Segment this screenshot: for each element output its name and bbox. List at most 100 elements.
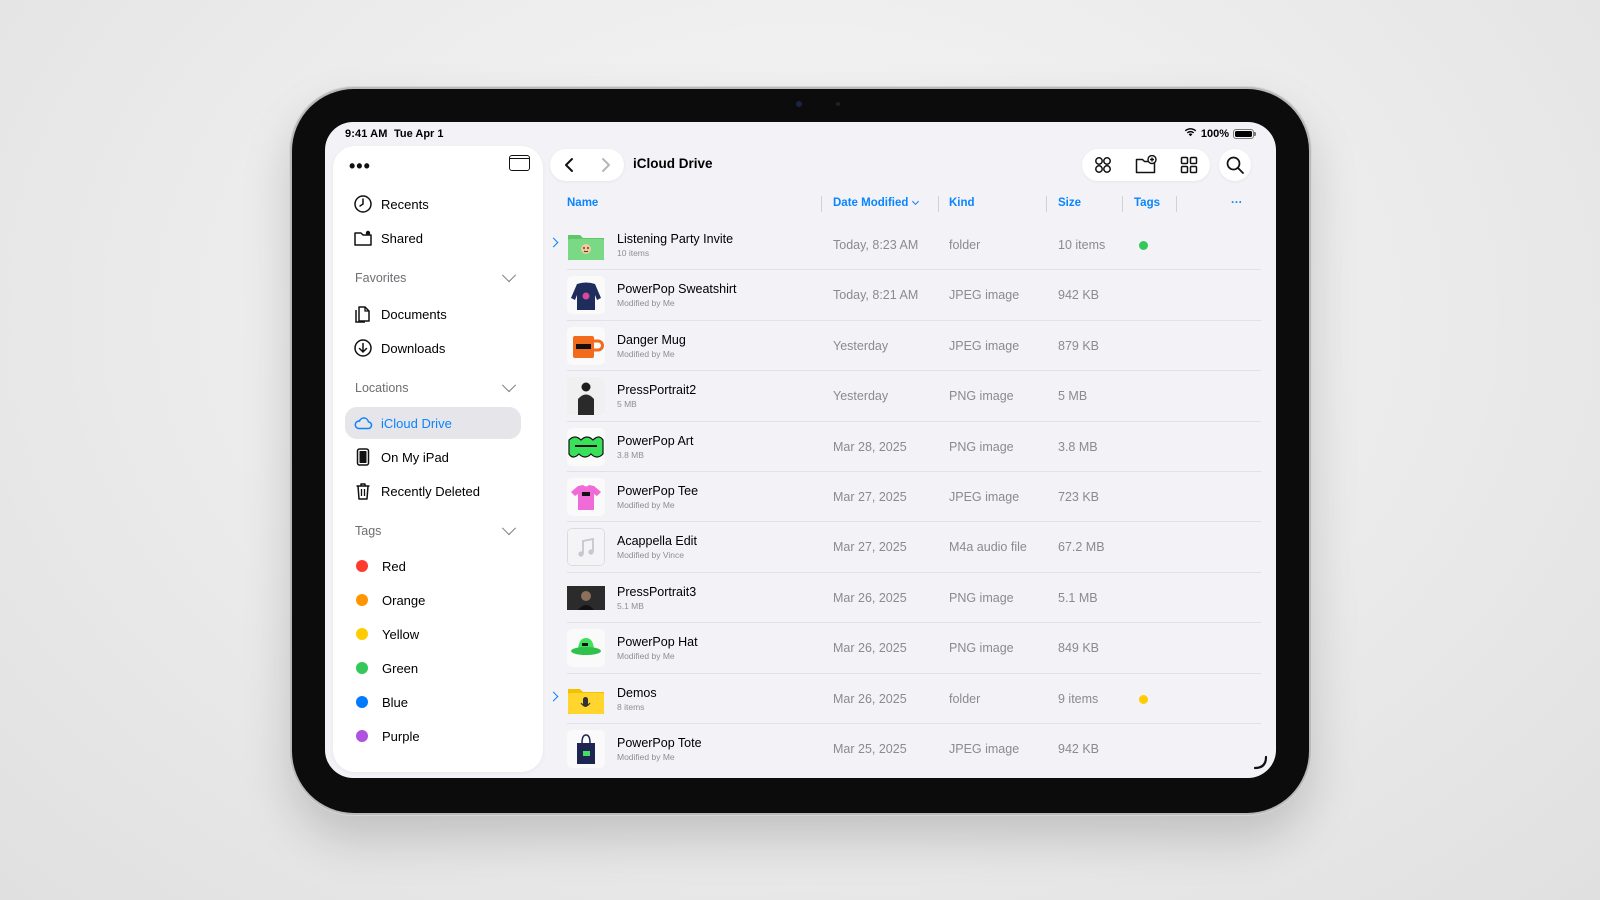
wifi-icon (1184, 127, 1197, 140)
file-date: Mar 25, 2025 (833, 741, 907, 756)
sidebar-item-label: Shared (381, 230, 423, 246)
file-kind: JPEG image (949, 489, 1020, 504)
sidebar-item-label: On My iPad (381, 449, 449, 465)
table-row[interactable]: PressPortrait3 5.1 MB Mar 26, 2025 PNG i… (549, 573, 1276, 624)
file-kind: JPEG image (949, 288, 1020, 303)
group-view-button[interactable] (1090, 152, 1116, 178)
file-date: Mar 26, 2025 (833, 691, 907, 706)
battery-icon (1233, 128, 1256, 139)
sweatshirt-thumbnail (567, 276, 605, 315)
hat-thumbnail (567, 629, 605, 668)
search-icon (1226, 156, 1244, 174)
column-header-kind[interactable]: Kind (949, 197, 975, 209)
file-kind: JPEG image (949, 338, 1020, 353)
table-row[interactable]: PowerPop Art 3.8 MB Mar 28, 2025 PNG ima… (549, 422, 1276, 472)
table-row[interactable]: Acappella Edit Modified by Vince Mar 27,… (549, 522, 1276, 573)
sidebar-tag-red[interactable]: Red (345, 550, 521, 582)
file-size: 942 KB (1058, 741, 1100, 756)
table-row[interactable]: Demos 8 items Mar 26, 2025 folder 9 item… (548, 674, 1276, 724)
green-folder-icon (567, 226, 605, 264)
new-folder-icon (1135, 155, 1157, 174)
sidebar-item-recently-deleted[interactable]: Recently Deleted (345, 475, 521, 507)
table-row[interactable]: Danger Mug Modified by Me Yesterday JPEG… (549, 321, 1276, 372)
sidebar-item-on-my-ipad[interactable]: On My iPad (345, 441, 521, 473)
sidebar-item-icloud-drive[interactable]: iCloud Drive (345, 407, 521, 439)
tags-section-header[interactable]: Tags (355, 521, 517, 541)
sidebar-item-label: iCloud Drive (381, 415, 452, 431)
sidebar-item-recents[interactable]: Recents (345, 188, 521, 220)
column-options-button[interactable]: ··· (1231, 197, 1243, 209)
screen: 9:41 AM Tue Apr 1 100% ••• Recents Share… (325, 122, 1276, 778)
section-title: Tags (355, 524, 382, 538)
main-content: iCloud Drive Name Date Modified Kind Siz… (548, 146, 1276, 778)
locations-section-header[interactable]: Locations (355, 378, 517, 398)
group-icon (1095, 157, 1112, 173)
back-button[interactable] (558, 154, 580, 176)
sidebar-item-downloads[interactable]: Downloads (345, 332, 521, 364)
column-header-tags[interactable]: Tags (1134, 197, 1160, 209)
file-subtitle: 5.1 MB (617, 600, 644, 611)
table-row[interactable]: PowerPop Hat Modified by Me Mar 26, 2025… (549, 623, 1276, 674)
column-header-size[interactable]: Size (1058, 197, 1081, 209)
file-subtitle: Modified by Me (617, 751, 675, 762)
chevron-down-icon (501, 378, 517, 393)
status-time: 9:41 AM (345, 128, 388, 140)
file-subtitle: Modified by Vince (617, 550, 684, 561)
file-date: Yesterday (833, 389, 889, 404)
table-row[interactable]: PressPortrait2 5 MB Yesterday PNG image … (549, 371, 1276, 422)
table-row[interactable]: PowerPop Tote Modified by Me Mar 25, 202… (549, 724, 1276, 774)
file-subtitle: Modified by Me (617, 651, 675, 662)
disclosure-chevron-icon[interactable] (548, 237, 559, 248)
search-button[interactable] (1219, 149, 1251, 181)
file-kind: PNG image (949, 389, 1014, 404)
sidebar-item-label: Purple (382, 728, 420, 744)
file-subtitle: 5 MB (617, 399, 637, 410)
window-resize-handle-icon[interactable] (1252, 754, 1268, 770)
column-divider (1122, 196, 1123, 212)
new-folder-button[interactable] (1133, 152, 1159, 178)
forward-button[interactable] (595, 154, 617, 176)
sidebar-item-documents[interactable]: Documents (345, 298, 521, 330)
sidebar-tag-purple[interactable]: Purple (345, 720, 521, 752)
sidebar-item-label: Recents (381, 196, 429, 212)
disclosure-chevron-icon[interactable] (548, 691, 559, 701)
sidebar-tag-green[interactable]: Green (345, 652, 521, 684)
sidebar-toggle-icon[interactable] (509, 155, 530, 171)
sidebar-item-label: Red (382, 558, 406, 574)
file-date: Mar 27, 2025 (833, 540, 907, 555)
clock-icon (353, 194, 373, 214)
sidebar-item-shared[interactable]: Shared (345, 222, 521, 254)
file-size: 723 KB (1058, 489, 1100, 504)
column-header-name[interactable]: Name (567, 197, 598, 209)
file-size: 879 KB (1058, 338, 1100, 353)
file-subtitle: 10 items (617, 248, 650, 258)
file-date: Yesterday (833, 338, 889, 353)
file-size: 9 items (1058, 691, 1099, 706)
sidebar-tag-orange[interactable]: Orange (345, 584, 521, 616)
battery-percent: 100% (1200, 127, 1229, 140)
file-date: Mar 28, 2025 (833, 439, 907, 454)
file-name: PowerPop Art (617, 433, 694, 448)
table-row[interactable]: PowerPop Sweatshirt Modified by Me Today… (549, 270, 1276, 321)
section-title: Favorites (355, 271, 407, 285)
status-bar: 9:41 AM Tue Apr 1 100% (325, 122, 1276, 146)
favorites-section-header[interactable]: Favorites (355, 268, 517, 288)
file-subtitle: Modified by Me (617, 298, 675, 309)
table-row[interactable]: Listening Party Invite 10 items Today, 8… (548, 220, 1276, 271)
file-date: Today, 8:21 AM (833, 288, 919, 303)
chevron-right-icon (601, 158, 610, 172)
sidebar-tag-blue[interactable]: Blue (345, 686, 521, 718)
column-header-date-modified[interactable]: Date Modified (833, 197, 920, 209)
file-subtitle: Modified by Me (617, 499, 675, 510)
table-row[interactable]: PowerPop Tee Modified by Me Mar 27, 2025… (549, 472, 1276, 523)
file-name: Acappella Edit (617, 534, 697, 549)
file-subtitle: 8 items (617, 701, 645, 712)
sidebar: ••• Recents Shared Favorites Documents D… (333, 146, 543, 772)
file-name: Danger Mug (617, 332, 686, 347)
view-options-button[interactable] (1176, 152, 1202, 178)
more-options-icon[interactable]: ••• (349, 156, 371, 177)
cloud-icon (353, 413, 373, 433)
sidebar-tag-yellow[interactable]: Yellow (345, 618, 521, 650)
file-kind: JPEG image (949, 741, 1020, 756)
file-date: Today, 8:23 AM (833, 238, 919, 252)
